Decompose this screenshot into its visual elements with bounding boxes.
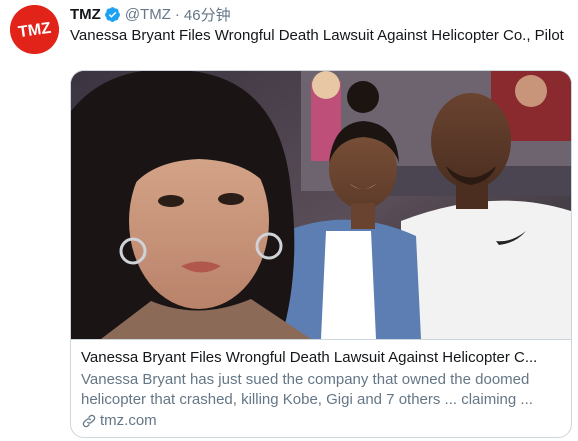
tmz-avatar[interactable]: TMZ — [10, 5, 59, 54]
link-icon — [81, 413, 97, 429]
display-name[interactable]: TMZ — [70, 6, 101, 23]
card-domain: tmz.com — [81, 411, 561, 431]
tweet-header: TMZ @TMZ · 46分钟 — [70, 3, 570, 25]
separator-dot: · — [174, 5, 180, 23]
tmz-logo-icon: TMZ — [10, 5, 59, 54]
tweet[interactable]: TMZ TMZ @TMZ · 46分钟 Vanessa Bryant Files… — [0, 0, 578, 441]
card-body: Vanessa Bryant Files Wrongful Death Laws… — [71, 339, 571, 437]
card-image — [71, 71, 571, 339]
card-description: Vanessa Bryant has just sued the company… — [81, 371, 533, 408]
tweet-timestamp[interactable]: 46分钟 — [184, 4, 231, 25]
tweet-text: Vanessa Bryant Files Wrongful Death Laws… — [70, 27, 564, 44]
card-domain-text: tmz.com — [100, 412, 157, 429]
link-preview-card[interactable]: Vanessa Bryant Files Wrongful Death Laws… — [70, 70, 572, 438]
card-title: Vanessa Bryant Files Wrongful Death Laws… — [81, 349, 538, 366]
user-handle[interactable]: @TMZ — [125, 6, 171, 23]
verified-badge-icon — [104, 6, 121, 23]
